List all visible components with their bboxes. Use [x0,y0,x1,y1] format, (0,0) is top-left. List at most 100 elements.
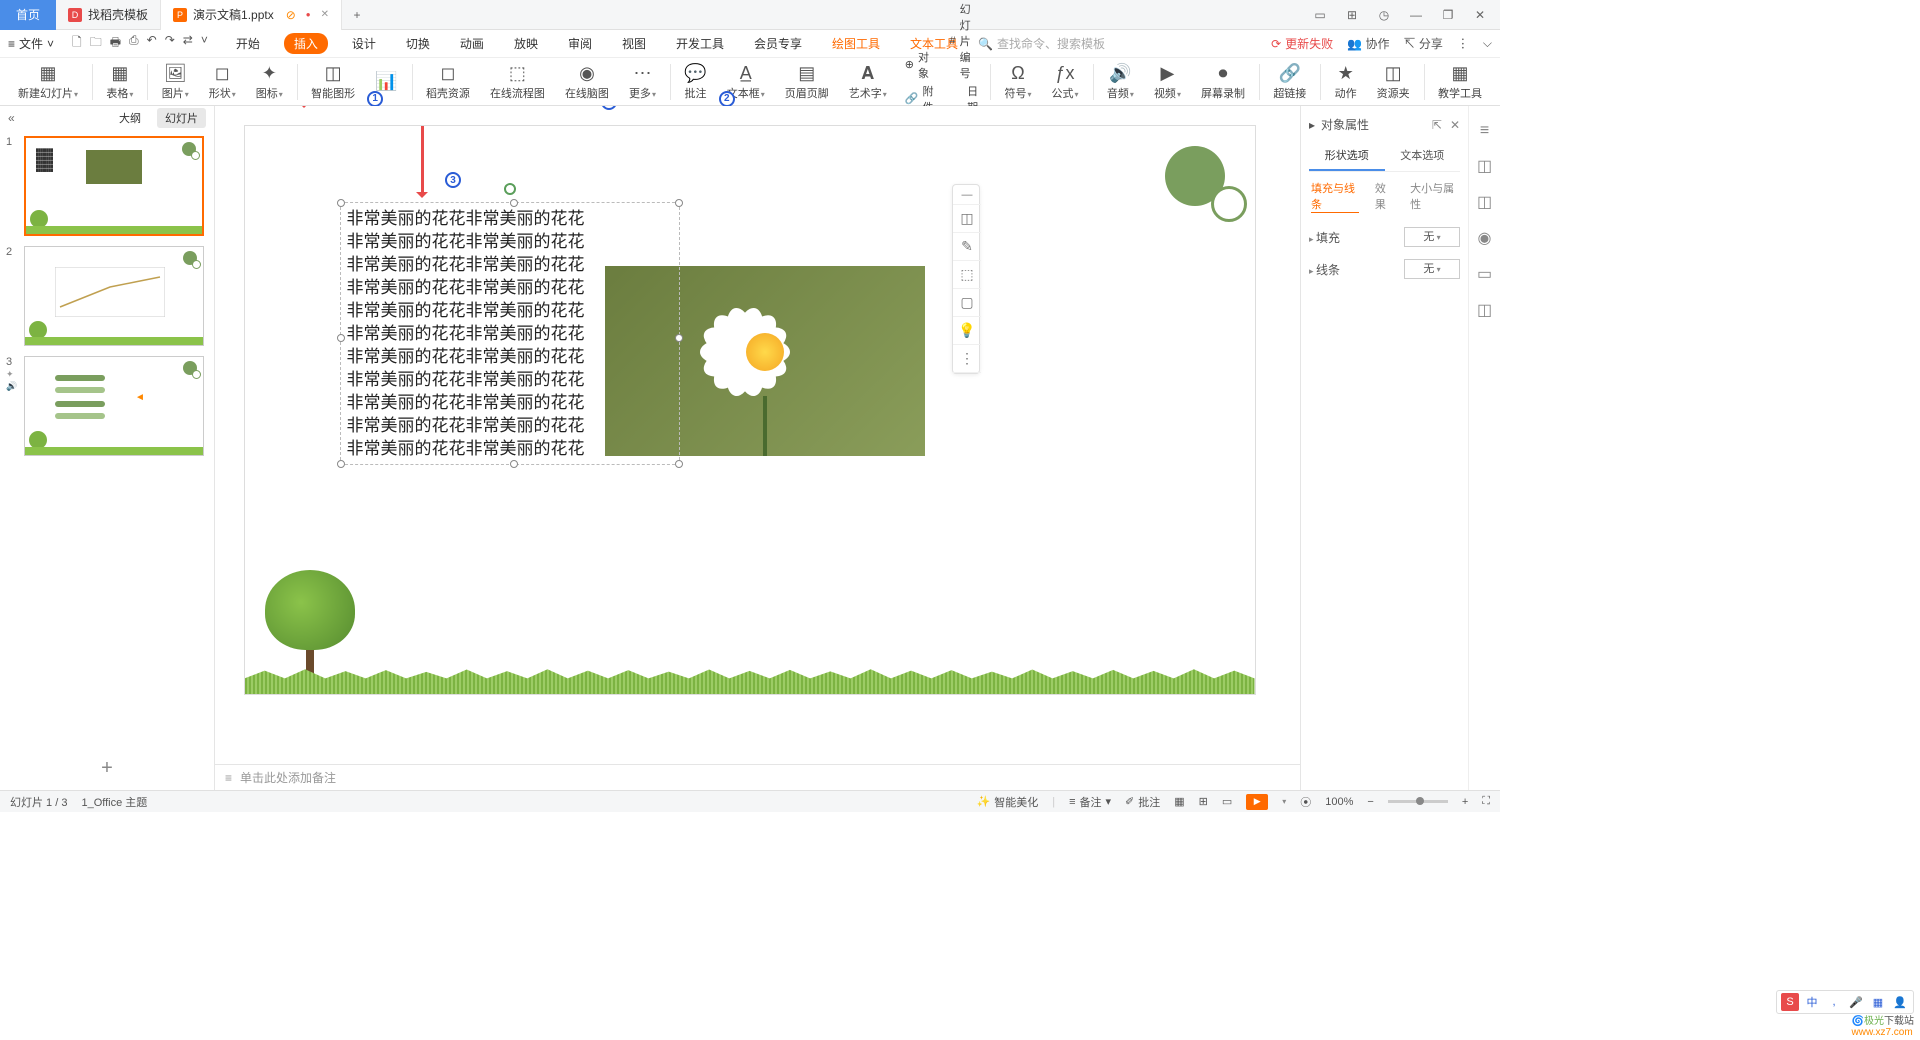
ribbon-页眉页脚[interactable]: ▤页眉页脚 [775,59,839,105]
ime-punct-icon[interactable]: , [1825,993,1843,1011]
ribbon-批注[interactable]: 💬批注 [674,59,716,105]
ribbon-视频[interactable]: ▶视频▾ [1144,59,1191,105]
ribbon-[interactable]: 📊1 [365,59,407,105]
rotate-handle[interactable] [504,183,516,195]
resize-handle[interactable] [337,460,345,468]
grid-icon[interactable]: ⊞ [1342,8,1362,22]
float-tool[interactable]: ▢ [953,289,981,317]
tab-home[interactable]: 首页 [0,0,56,30]
rail-icon[interactable]: ◫ [1477,300,1492,320]
text-line[interactable]: 非常美丽的花花非常美丽的花花 [347,368,673,391]
ribbon-教学工具[interactable]: ▦教学工具 [1428,59,1492,105]
ribbon-智能图形[interactable]: ◫智能图形 [301,59,365,105]
text-line[interactable]: 非常美丽的花花非常美丽的花花 [347,253,673,276]
view-normal-icon[interactable]: ▦ [1174,795,1184,808]
float-tool[interactable]: 💡 [953,317,981,345]
collaborate-button[interactable]: 👥 协作 [1347,35,1389,52]
text-line[interactable]: 非常美丽的花花非常美丽的花花 [347,322,673,345]
ribbon-图标[interactable]: ✦图标▾ [246,59,293,105]
slide-thumbnail-3[interactable]: ◄ [24,356,204,456]
ime-lang[interactable]: 中 [1803,993,1821,1011]
slide-thumbnail-1[interactable]: ████████████████████████████████████████… [24,136,204,236]
notes-toggle[interactable]: ≡备注 ▾ [1069,794,1111,810]
open-icon[interactable]: 🗀 [90,33,102,54]
minimize-button[interactable]: — [1406,8,1426,22]
target-icon[interactable]: ⦿ [1300,794,1311,810]
rail-icon[interactable]: ≡ [1480,122,1489,140]
float-tool[interactable]: — [953,185,981,205]
file-menu[interactable]: ≡ 文件 ˅ [8,35,54,52]
ribbon-在线流程图[interactable]: ⬚在线流程图 [480,59,555,105]
text-line[interactable]: 非常美丽的花花非常美丽的花花 [347,345,673,368]
update-failed[interactable]: ⟳更新失败 [1271,35,1333,52]
tab-review[interactable]: 审阅 [562,33,598,54]
tab-animation[interactable]: 动画 [454,33,490,54]
tab-start[interactable]: 开始 [230,33,266,54]
ribbon-在线脑图[interactable]: ◉在线脑图 [555,59,619,105]
chevron-icon[interactable]: ▸ [1309,118,1315,132]
tab-view[interactable]: 视图 [616,33,652,54]
command-search[interactable]: 🔍 查找命令、搜索模板 [978,35,1105,52]
size-props-subtab[interactable]: 大小与属性 [1410,180,1458,213]
effects-subtab[interactable]: 效果 [1375,180,1394,213]
ime-logo-icon[interactable]: S [1781,993,1799,1011]
resize-handle[interactable] [675,334,683,342]
slides-tab[interactable]: 幻灯片 [157,108,206,128]
slideshow-button[interactable]: ▶ [1246,794,1268,810]
ime-toolbar[interactable]: S 中 , 🎤 ▦ 👤 [1776,990,1914,1014]
resize-handle[interactable] [675,460,683,468]
outline-tab[interactable]: 大纲 [111,108,149,128]
tab-member[interactable]: 会员专享 [748,33,808,54]
float-tool[interactable]: ⬚ [953,261,981,289]
ribbon-稻壳资源[interactable]: ◻稻壳资源 [416,59,480,105]
line-select[interactable]: 无 [1404,259,1460,279]
ime-mic-icon[interactable]: 🎤 [1847,993,1865,1011]
undo-icon[interactable]: ↶ [147,33,157,54]
rail-icon[interactable]: ▭ [1477,264,1492,284]
ribbon-文本框[interactable]: A̲文本框▾2 [717,59,775,105]
print-preview-icon[interactable]: ⎙ [129,33,139,54]
ribbon-艺术字[interactable]: 𝐀艺术字▾ [839,59,897,105]
print-icon[interactable]: 🖶 [110,33,121,54]
skin-icon[interactable]: ◷ [1374,8,1394,22]
ime-user-icon[interactable]: 👤 [1891,993,1909,1011]
text-line[interactable]: 非常美丽的花花非常美丽的花花 [347,276,673,299]
float-tool[interactable]: ✎ [953,233,981,261]
float-tool[interactable]: ◫ [953,205,981,233]
qat-more-icon[interactable]: ˅ [201,33,208,54]
ribbon-屏幕录制[interactable]: ⏺屏幕录制 [1191,59,1255,105]
resize-handle[interactable] [675,199,683,207]
ribbon-动作[interactable]: ★动作 [1325,59,1367,105]
tab-developer[interactable]: 开发工具 [670,33,730,54]
ribbon-表格[interactable]: ▦表格▾ [96,59,143,105]
zoom-slider[interactable] [1388,800,1448,803]
sync-icon[interactable]: ⇄ [183,33,193,54]
text-line[interactable]: 非常美丽的花花非常美丽的花花 [347,299,673,322]
ribbon-公式[interactable]: ƒx公式▾ [1042,59,1089,105]
rail-icon[interactable]: ◫ [1477,192,1492,212]
ribbon-音频[interactable]: 🔊音频▾ [1097,59,1144,105]
rail-icon[interactable]: ◉ [1478,228,1492,248]
text-line[interactable]: 非常美丽的花花非常美丽的花花 [347,391,673,414]
ribbon-符号[interactable]: Ω符号▾ [995,59,1042,105]
tab-design[interactable]: 设计 [346,33,382,54]
tab-drawing-tools[interactable]: 绘图工具 [826,33,886,54]
ribbon-超链接[interactable]: 🔗超链接 [1263,59,1316,105]
tab-docer[interactable]: D 找稻壳模板 [56,0,161,30]
resize-handle[interactable] [337,199,345,207]
tab-transition[interactable]: 切换 [400,33,436,54]
add-slide-button[interactable]: + [0,747,214,790]
close-panel-icon[interactable]: ✕ [1450,118,1460,132]
notes-bar[interactable]: ≡ 单击此处添加备注 [215,764,1300,790]
tab-insert[interactable]: 插入 [284,33,328,54]
comments-toggle[interactable]: ✐批注 [1125,794,1160,810]
zoom-in-icon[interactable]: + [1462,796,1468,808]
fit-icon[interactable]: ⛶ [1482,795,1490,808]
text-line[interactable]: 非常美丽的花花非常美丽的花花 [347,414,673,437]
resize-handle[interactable] [510,460,518,468]
float-tool[interactable]: ⋮ [953,345,981,373]
redo-icon[interactable]: ↷ [165,33,175,54]
close-window-button[interactable]: ✕ [1470,8,1490,22]
new-tab-button[interactable]: + [342,8,372,22]
view-sorter-icon[interactable]: ⊞ [1199,795,1208,808]
